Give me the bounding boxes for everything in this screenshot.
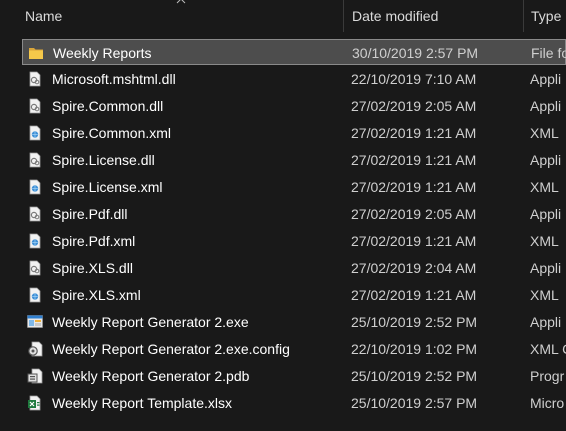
file-type: Progr bbox=[530, 368, 565, 384]
excel-icon bbox=[27, 395, 43, 411]
file-row[interactable]: Spire.Pdf.dll 27/02/2019 2:05 AM Appli bbox=[22, 201, 566, 227]
file-date-modified: 27/02/2019 1:21 AM bbox=[351, 125, 477, 141]
file-name: Spire.XLS.dll bbox=[52, 260, 133, 276]
pdb-icon bbox=[27, 368, 43, 384]
file-date-modified: 25/10/2019 2:57 PM bbox=[351, 395, 478, 411]
file-date-modified: 25/10/2019 2:52 PM bbox=[351, 368, 478, 384]
file-type: File fo bbox=[531, 45, 566, 61]
file-type: Appli bbox=[530, 71, 562, 87]
file-type: Appli bbox=[530, 206, 562, 222]
file-row[interactable]: Spire.Common.dll 27/02/2019 2:05 AM Appli bbox=[22, 93, 566, 119]
file-name: Weekly Report Template.xlsx bbox=[52, 395, 232, 411]
file-date-modified: 27/02/2019 1:21 AM bbox=[351, 179, 477, 195]
date-modified-column-header[interactable]: Date modified bbox=[344, 0, 523, 32]
file-name: Spire.License.xml bbox=[52, 179, 163, 195]
file-type: Appli bbox=[530, 314, 562, 330]
file-name: Weekly Report Generator 2.exe.config bbox=[52, 341, 290, 357]
xml-icon bbox=[27, 287, 43, 303]
file-row[interactable]: Spire.Pdf.xml 27/02/2019 1:21 AM XML bbox=[22, 228, 566, 254]
file-type: XML bbox=[530, 179, 559, 195]
file-explorer-window: Name Date modified Type Weekly Reports 30… bbox=[0, 0, 566, 431]
exe-icon bbox=[27, 314, 43, 330]
file-date-modified: 25/10/2019 2:52 PM bbox=[351, 314, 478, 330]
config-icon bbox=[27, 341, 43, 357]
file-type: XML bbox=[530, 125, 559, 141]
file-type: XML bbox=[530, 233, 559, 249]
file-name: Spire.Pdf.xml bbox=[52, 233, 136, 249]
file-row[interactable]: Weekly Report Generator 2.exe 25/10/2019 … bbox=[22, 309, 566, 335]
xml-icon bbox=[27, 179, 43, 195]
file-name: Spire.XLS.xml bbox=[52, 287, 141, 303]
file-name: Spire.License.dll bbox=[52, 152, 155, 168]
file-date-modified: 22/10/2019 1:02 PM bbox=[351, 341, 478, 357]
file-row[interactable]: Weekly Report Generator 2.exe.config 22/1… bbox=[22, 336, 566, 362]
file-date-modified: 27/02/2019 2:04 AM bbox=[351, 260, 477, 276]
file-date-modified: 27/02/2019 1:21 AM bbox=[351, 152, 477, 168]
file-row[interactable]: Weekly Report Generator 2.pdb 25/10/2019 … bbox=[22, 363, 566, 389]
file-name: Weekly Reports bbox=[53, 45, 152, 61]
dll-icon bbox=[27, 152, 43, 168]
file-name: Microsoft.mshtml.dll bbox=[52, 71, 176, 87]
type-column-header[interactable]: Type bbox=[524, 0, 566, 32]
file-row[interactable]: Spire.XLS.xml 27/02/2019 1:21 AM XML bbox=[22, 282, 566, 308]
file-type: Appli bbox=[530, 152, 562, 168]
file-date-modified: 27/02/2019 2:05 AM bbox=[351, 98, 477, 114]
dll-icon bbox=[27, 260, 43, 276]
file-date-modified: 27/02/2019 2:05 AM bbox=[351, 206, 477, 222]
xml-icon bbox=[27, 233, 43, 249]
file-row[interactable]: Spire.XLS.dll 27/02/2019 2:04 AM Appli bbox=[22, 255, 566, 281]
file-type: Micro bbox=[530, 395, 565, 411]
file-name: Weekly Report Generator 2.exe bbox=[52, 314, 249, 330]
file-date-modified: 22/10/2019 7:10 AM bbox=[351, 71, 477, 87]
dll-icon bbox=[27, 98, 43, 114]
file-date-modified: 30/10/2019 2:57 PM bbox=[352, 45, 479, 61]
file-name: Spire.Pdf.dll bbox=[52, 206, 128, 222]
file-row[interactable]: Weekly Report Template.xlsx 25/10/2019 2:… bbox=[22, 390, 566, 416]
file-row[interactable]: Microsoft.mshtml.dll 22/10/2019 7:10 AM Ap… bbox=[22, 66, 566, 92]
name-column-header[interactable]: Name bbox=[0, 0, 343, 32]
dll-icon bbox=[27, 71, 43, 87]
folder-icon bbox=[28, 45, 44, 61]
file-row[interactable]: Spire.License.dll 27/02/2019 1:21 AM Appli bbox=[22, 147, 566, 173]
file-type: Appli bbox=[530, 260, 562, 276]
file-name: Weekly Report Generator 2.pdb bbox=[52, 368, 250, 384]
file-date-modified: 27/02/2019 1:21 AM bbox=[351, 233, 477, 249]
column-header-row: Name Date modified Type bbox=[0, 0, 566, 32]
file-row[interactable]: Spire.License.xml 27/02/2019 1:21 AM XML bbox=[22, 174, 566, 200]
file-type: XML bbox=[530, 287, 559, 303]
file-row[interactable]: Weekly Reports 30/10/2019 2:57 PM File fo bbox=[22, 39, 566, 65]
file-type: Appli bbox=[530, 98, 562, 114]
file-date-modified: 27/02/2019 1:21 AM bbox=[351, 287, 477, 303]
file-name: Spire.Common.dll bbox=[52, 98, 164, 114]
file-name: Spire.Common.xml bbox=[52, 125, 172, 141]
file-row[interactable]: Spire.Common.xml 27/02/2019 1:21 AM XML bbox=[22, 120, 566, 146]
dll-icon bbox=[27, 206, 43, 222]
xml-icon bbox=[27, 125, 43, 141]
file-type: XML C bbox=[530, 341, 566, 357]
